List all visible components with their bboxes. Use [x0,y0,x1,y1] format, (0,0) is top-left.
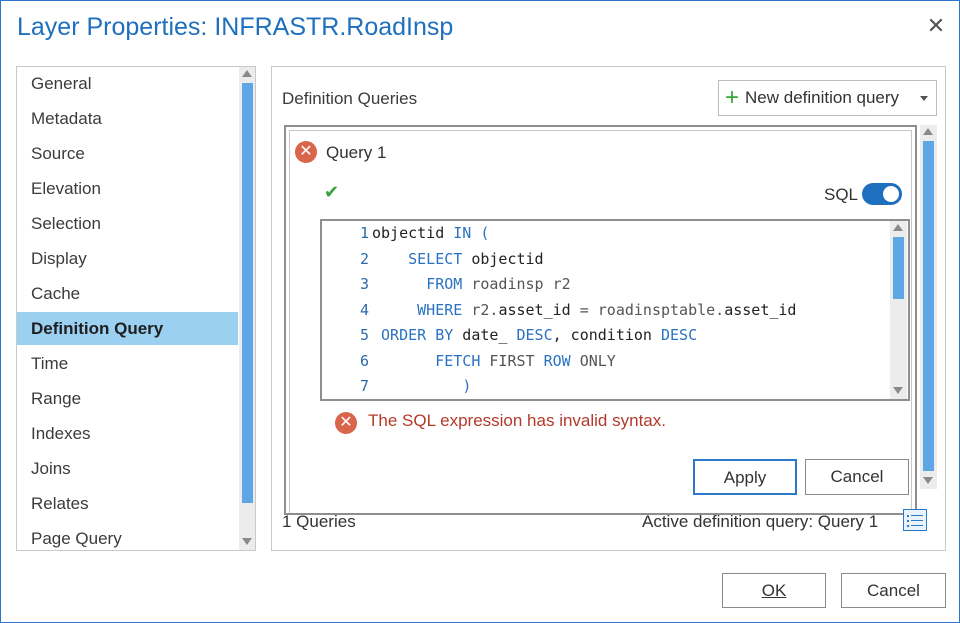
nav-item-time[interactable]: Time [17,347,238,380]
new-query-label: New definition query [745,88,900,107]
scroll-down-icon[interactable] [242,538,252,545]
new-definition-query-button[interactable]: + New definition query [718,80,937,116]
nav-scroll-thumb[interactable] [242,83,253,503]
sql-editor[interactable]: 1 objectid IN (2 SELECT objectid 3 FROM ro… [320,219,910,401]
code-token: SELECT [408,249,463,268]
ok-label: OK [761,581,787,600]
panel-scroll-thumb[interactable] [923,141,934,471]
dropdown-caret-icon[interactable] [920,96,928,101]
nav-item-range[interactable]: Range [17,382,238,415]
layer-properties-dialog: Layer Properties: INFRASTR.RoadInsp ✕ Ge… [0,0,960,623]
syntax-error-icon: ✕ [335,412,357,434]
code-token: ROW [543,351,571,370]
nav-item-definition-query[interactable]: Definition Query [17,312,238,345]
query-count: 1 Queries [282,512,356,531]
nav-item-metadata[interactable]: Metadata [17,102,238,135]
nav-scrollbar[interactable] [239,67,255,550]
code-token: ORDER BY [381,326,454,344]
sql-toggle-label: SQL [824,185,859,204]
scroll-up-icon[interactable] [242,70,252,77]
editor-scroll-up-icon[interactable] [893,224,903,231]
code-token: objectid [462,249,544,268]
plus-icon: + [725,84,740,111]
code-token: DESC [661,326,698,344]
code-line[interactable]: 2 SELECT objectid [322,247,544,272]
nav-item-relates[interactable]: Relates [17,487,238,520]
line-number: 4 [359,300,369,319]
code-line[interactable]: 4 WHERE r2.asset_id = roadinsptable.asse… [322,298,797,323]
nav-item-indexes[interactable]: Indexes [17,417,238,450]
query-cancel-button[interactable]: Cancel [805,459,909,495]
active-query-status: Active definition query: Query 1 [642,512,879,531]
code-line[interactable]: 1 objectid IN ( [322,221,489,246]
line-number: 6 [359,351,369,370]
code-token: DESC [516,326,553,344]
sql-toggle[interactable] [862,183,902,205]
line-number: 2 [359,249,369,268]
definition-query-panel: Definition Queries + New definition quer… [271,66,946,551]
nav-item-display[interactable]: Display [17,242,238,275]
code-token: ) [462,377,472,395]
nav-item-source[interactable]: Source [17,137,238,170]
query-error-icon: ✕ [295,141,317,163]
code-token: FETCH [435,351,481,370]
nav-item-page-query[interactable]: Page Query [17,522,238,550]
code-line[interactable]: 3 FROM roadinsp r2 [322,272,571,297]
code-line[interactable]: 7 ) [322,374,471,399]
query-card: ✕ Query 1 ✔ SQL 1 objectid IN (2 SELECT o… [284,125,917,515]
checkmark-icon[interactable]: ✔ [324,182,339,203]
nav-item-elevation[interactable]: Elevation [17,172,238,205]
code-token: = roadinsptable. [570,300,725,319]
code-token: FIRST [480,351,544,370]
line-number: 1 [359,224,369,242]
code-line[interactable]: 6 FETCH FIRST ROW ONLY [322,349,616,374]
code-token: IN ( [444,224,490,242]
code-token: ONLY [570,351,616,370]
line-number: 5 [359,326,369,344]
code-token: asset_id [724,300,797,319]
code-line[interactable]: 5 ORDER BY date_ DESC, condition DESC [322,323,697,348]
table-icon[interactable] [903,509,927,531]
code-token: r2. [462,300,499,319]
apply-button[interactable]: Apply [693,459,797,495]
query-title: Query 1 [326,143,387,162]
code-token: , condition [552,326,661,344]
code-token: objectid [372,224,445,242]
cancel-button[interactable]: Cancel [841,573,946,608]
nav-item-selection[interactable]: Selection [17,207,238,240]
panel-scroll-down-icon[interactable] [923,477,933,484]
line-number: 3 [359,275,369,293]
code-token: asset_id [498,300,571,319]
line-number: 7 [359,377,369,395]
nav-item-joins[interactable]: Joins [17,452,238,485]
panel-heading: Definition Queries [282,89,418,108]
editor-scrollbar[interactable] [890,221,907,399]
nav-item-cache[interactable]: Cache [17,277,238,310]
code-token: date_ [453,326,517,344]
panel-scrollbar[interactable] [920,125,937,489]
code-token: roadinsp r2 [462,275,571,293]
editor-scroll-down-icon[interactable] [893,387,903,394]
properties-nav: General Metadata Source Elevation Selection D… [16,66,256,551]
code-token: FROM [426,275,463,293]
syntax-error-message: The SQL expression has invalid syntax. [368,411,666,430]
toggle-knob [883,186,899,202]
panel-scroll-up-icon[interactable] [923,128,933,135]
close-icon[interactable]: ✕ [923,13,949,39]
code-token: WHERE [417,300,463,319]
ok-button[interactable]: OK [722,573,826,608]
dialog-title: Layer Properties: INFRASTR.RoadInsp [17,13,454,41]
editor-scroll-thumb[interactable] [893,237,904,299]
nav-item-general[interactable]: General [17,67,238,100]
